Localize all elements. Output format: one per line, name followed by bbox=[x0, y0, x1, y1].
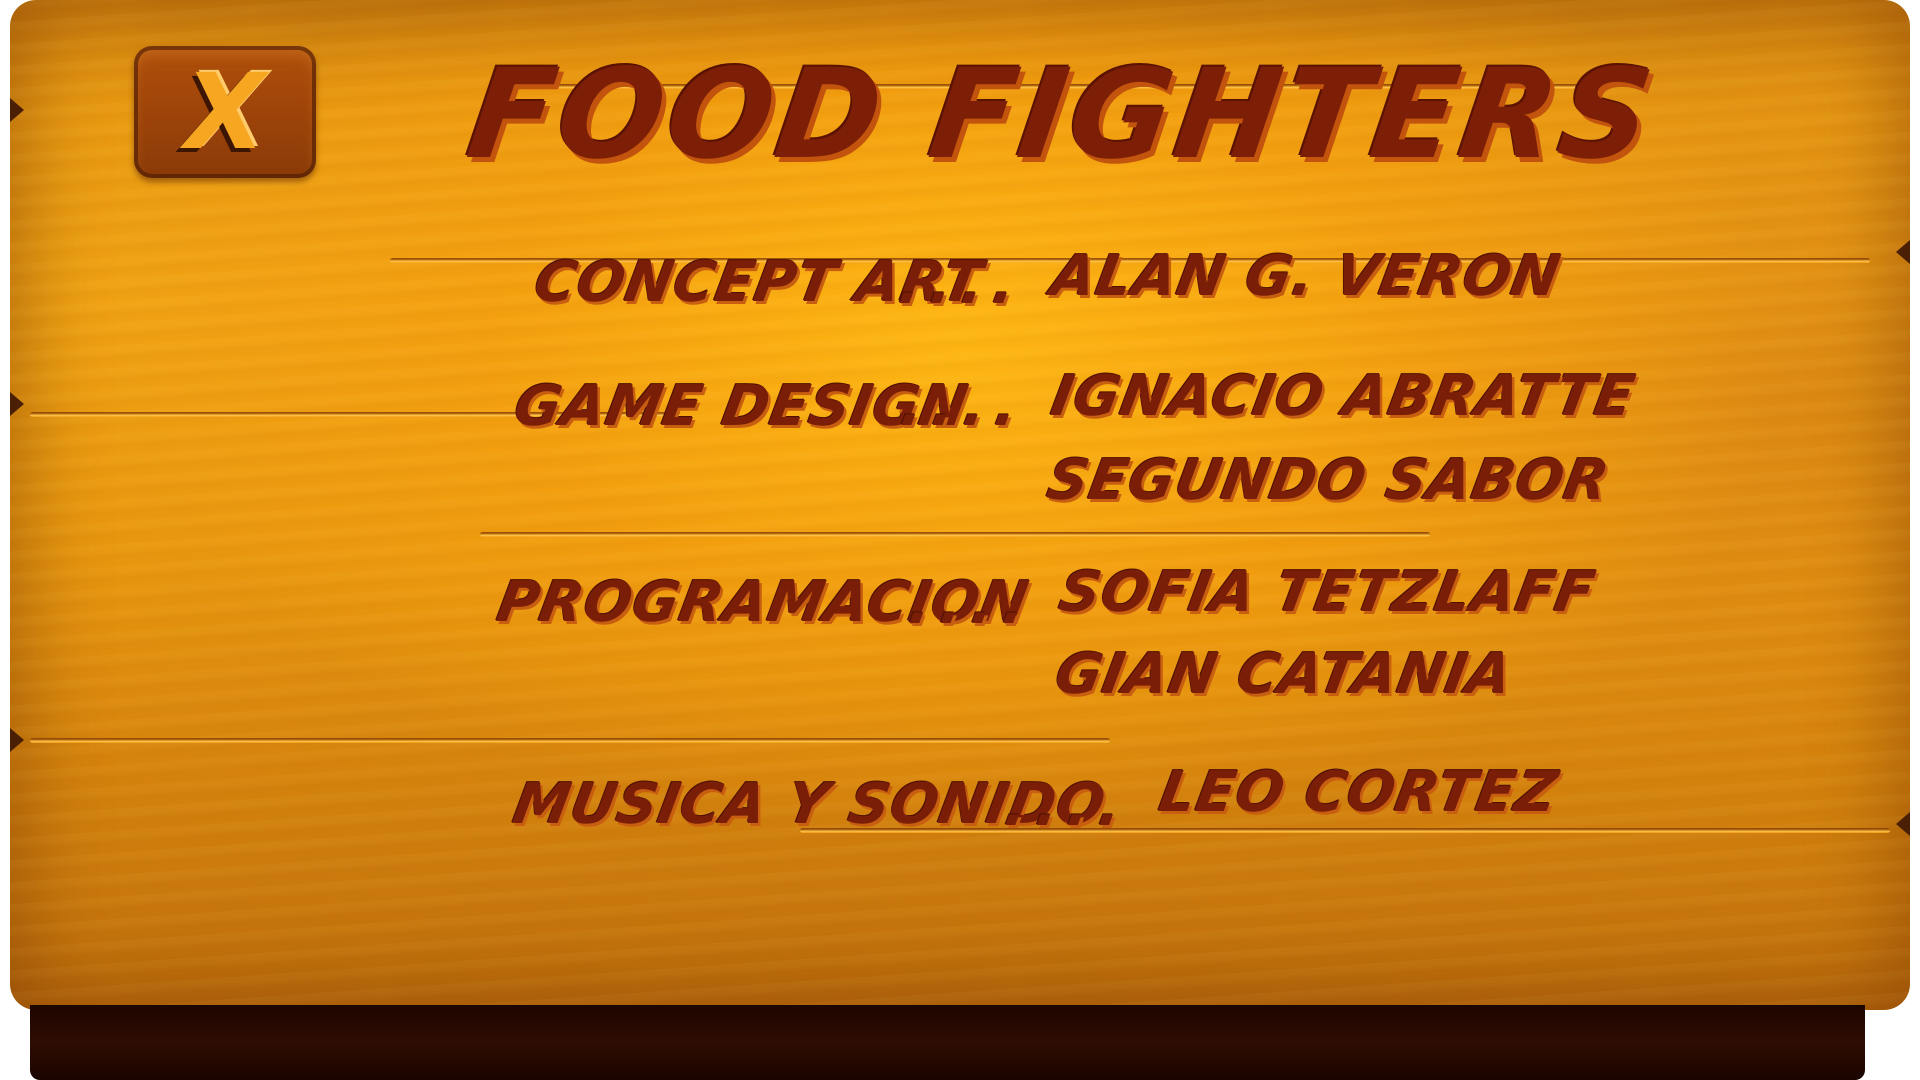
plank-edge-right-2 bbox=[1896, 812, 1910, 836]
credit-separator: .... bbox=[896, 374, 1033, 439]
credit-name: ALAN G. VERON bbox=[1046, 244, 1566, 309]
bottom-bar bbox=[30, 1005, 1865, 1080]
credit-name: SOFIA TETZLAFF bbox=[1054, 560, 1601, 625]
credit-separator: .... bbox=[1000, 774, 1137, 839]
plank-edge-left-1 bbox=[10, 98, 24, 122]
plank-edge-left-3 bbox=[10, 728, 24, 752]
close-button[interactable]: X bbox=[134, 46, 316, 178]
plank-seam-3 bbox=[480, 532, 1430, 537]
credit-name: LEO CORTEZ bbox=[1154, 760, 1564, 825]
plank-edge-left-2 bbox=[10, 392, 24, 416]
credit-name: IGNACIO ABRATTE bbox=[1046, 364, 1641, 429]
plank-edge-right-1 bbox=[1896, 240, 1910, 264]
close-icon: X bbox=[184, 51, 266, 173]
credit-name: GIAN CATANIA bbox=[1050, 642, 1518, 707]
game-title: FOOD FIGHTERS bbox=[459, 43, 1665, 187]
credit-separator: .... bbox=[904, 572, 1041, 637]
credit-name: SEGUNDO SABOR bbox=[1042, 448, 1615, 513]
credits-screen: X FOOD FIGHTERS CONCEPT ART .... ALAN G.… bbox=[0, 0, 1920, 1080]
plank-seam-4 bbox=[30, 738, 1110, 743]
credit-separator: .... bbox=[894, 252, 1031, 317]
